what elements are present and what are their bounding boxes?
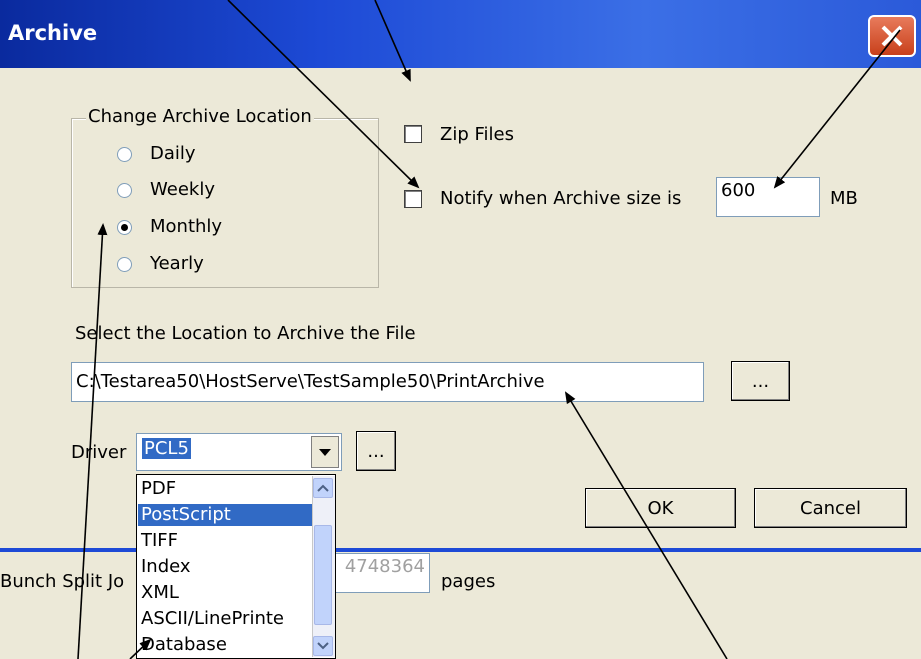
- zip-files-label: Zip Files: [440, 124, 514, 145]
- archive-size-input[interactable]: 600: [716, 177, 820, 217]
- browse-driver-button[interactable]: ...: [356, 431, 396, 471]
- size-unit-label: MB: [830, 188, 858, 209]
- radio-label-monthly: Monthly: [150, 216, 223, 237]
- driver-option-index[interactable]: Index: [141, 556, 313, 578]
- radio-monthly[interactable]: [117, 220, 132, 235]
- scroll-down-icon[interactable]: [313, 636, 333, 656]
- driver-dropdown-list[interactable]: PDF PostScript TIFF Index XML ASCII/Line…: [136, 474, 336, 659]
- close-button[interactable]: [868, 15, 916, 57]
- close-icon: [881, 25, 903, 47]
- radio-daily[interactable]: [117, 147, 132, 162]
- radio-label-daily: Daily: [150, 143, 196, 164]
- pages-label: pages: [441, 571, 496, 592]
- group-title: Change Archive Location: [86, 106, 314, 127]
- driver-option-database[interactable]: Database: [141, 634, 313, 656]
- notify-label: Notify when Archive size is: [440, 188, 682, 209]
- dropdown-arrow-icon[interactable]: [311, 436, 339, 468]
- driver-selected-value: PCL5: [142, 438, 191, 459]
- driver-option-pdf[interactable]: PDF: [141, 478, 313, 500]
- driver-option-tiff[interactable]: TIFF: [141, 530, 313, 552]
- radio-label-yearly: Yearly: [150, 253, 204, 274]
- window-title: Archive: [8, 21, 98, 45]
- browse-location-button[interactable]: ...: [731, 361, 790, 401]
- driver-label: Driver: [71, 442, 127, 463]
- scroll-thumb[interactable]: [314, 525, 332, 625]
- location-label: Select the Location to Archive the File: [75, 323, 416, 344]
- archive-path-input[interactable]: C:\Testarea50\HostServe\TestSample50\Pri…: [71, 362, 704, 402]
- title-bar: [0, 0, 921, 68]
- bunch-split-label: Bunch Split Jo: [0, 571, 125, 592]
- zip-files-checkbox[interactable]: [404, 125, 422, 143]
- radio-yearly[interactable]: [117, 257, 132, 272]
- radio-weekly[interactable]: [117, 183, 132, 198]
- driver-option-postscript[interactable]: PostScript: [138, 504, 313, 526]
- ok-button[interactable]: OK: [585, 488, 736, 528]
- scroll-up-icon[interactable]: [313, 478, 333, 498]
- driver-option-ascii[interactable]: ASCII/LinePrinte: [141, 608, 313, 630]
- driver-option-xml[interactable]: XML: [141, 582, 313, 604]
- cancel-button[interactable]: Cancel: [754, 488, 907, 528]
- radio-label-weekly: Weekly: [150, 179, 215, 200]
- notify-checkbox[interactable]: [404, 190, 422, 208]
- driver-select[interactable]: PCL5: [136, 433, 342, 471]
